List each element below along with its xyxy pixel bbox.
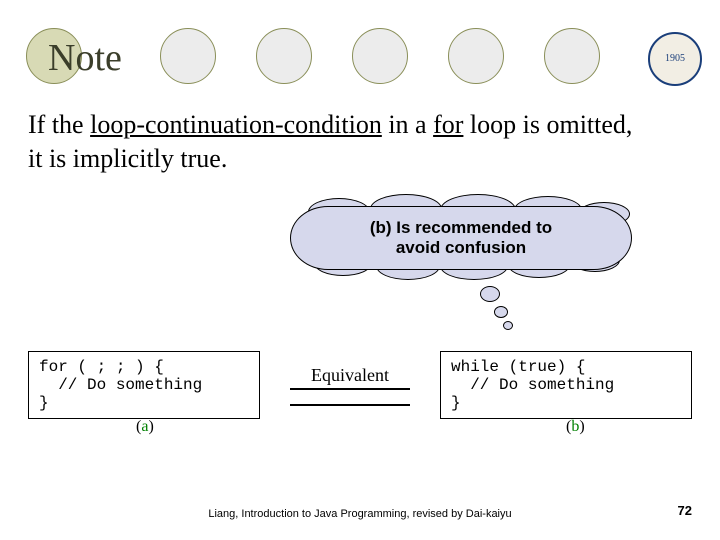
equivalent-label: Equivalent: [311, 365, 389, 386]
slide-title: Note: [48, 36, 122, 80]
body-text: If the: [28, 110, 90, 139]
callout-body: (b) Is recommended to avoid confusion: [290, 206, 632, 270]
thought-bubble-dot: [503, 321, 513, 330]
caption-a: (a): [136, 418, 154, 436]
equivalent-marker: Equivalent: [290, 365, 410, 406]
code-box-b: while (true) { // Do something }: [440, 351, 692, 419]
decor-dot: [352, 28, 408, 84]
title-row: Note 1905: [0, 18, 720, 78]
slide: Note 1905 If the loop-continuation-condi…: [0, 0, 720, 540]
paren: ): [579, 418, 584, 435]
callout-cloud: (b) Is recommended to avoid confusion: [290, 206, 630, 284]
university-logo: 1905: [648, 32, 702, 86]
decor-dot: [544, 28, 600, 84]
decor-dot: [160, 28, 216, 84]
callout-line2: avoid confusion: [396, 238, 526, 257]
code-equivalence-row: for ( ; ; ) { // Do something } Equivale…: [28, 330, 692, 440]
callout-line1: (b) Is recommended to: [370, 218, 552, 237]
thought-bubble-dot: [494, 306, 508, 318]
logo-year: 1905: [665, 54, 685, 64]
body-text: it is implicitly true.: [28, 144, 227, 173]
underlined-term: loop-continuation-condition: [90, 110, 382, 139]
equals-sign-icon: [290, 388, 410, 406]
decor-dot: [256, 28, 312, 84]
body-paragraph: If the loop-continuation-condition in a …: [28, 108, 688, 176]
decor-dot: [448, 28, 504, 84]
page-number: 72: [678, 503, 692, 518]
thought-bubble-dot: [480, 286, 500, 302]
underlined-term: for: [433, 110, 463, 139]
code-box-a: for ( ; ; ) { // Do something }: [28, 351, 260, 419]
footer-citation: Liang, Introduction to Java Programming,…: [0, 508, 720, 520]
paren: ): [148, 418, 153, 435]
body-text: loop is omitted,: [463, 110, 632, 139]
body-text: in a: [382, 110, 433, 139]
caption-b: (b): [566, 418, 585, 436]
